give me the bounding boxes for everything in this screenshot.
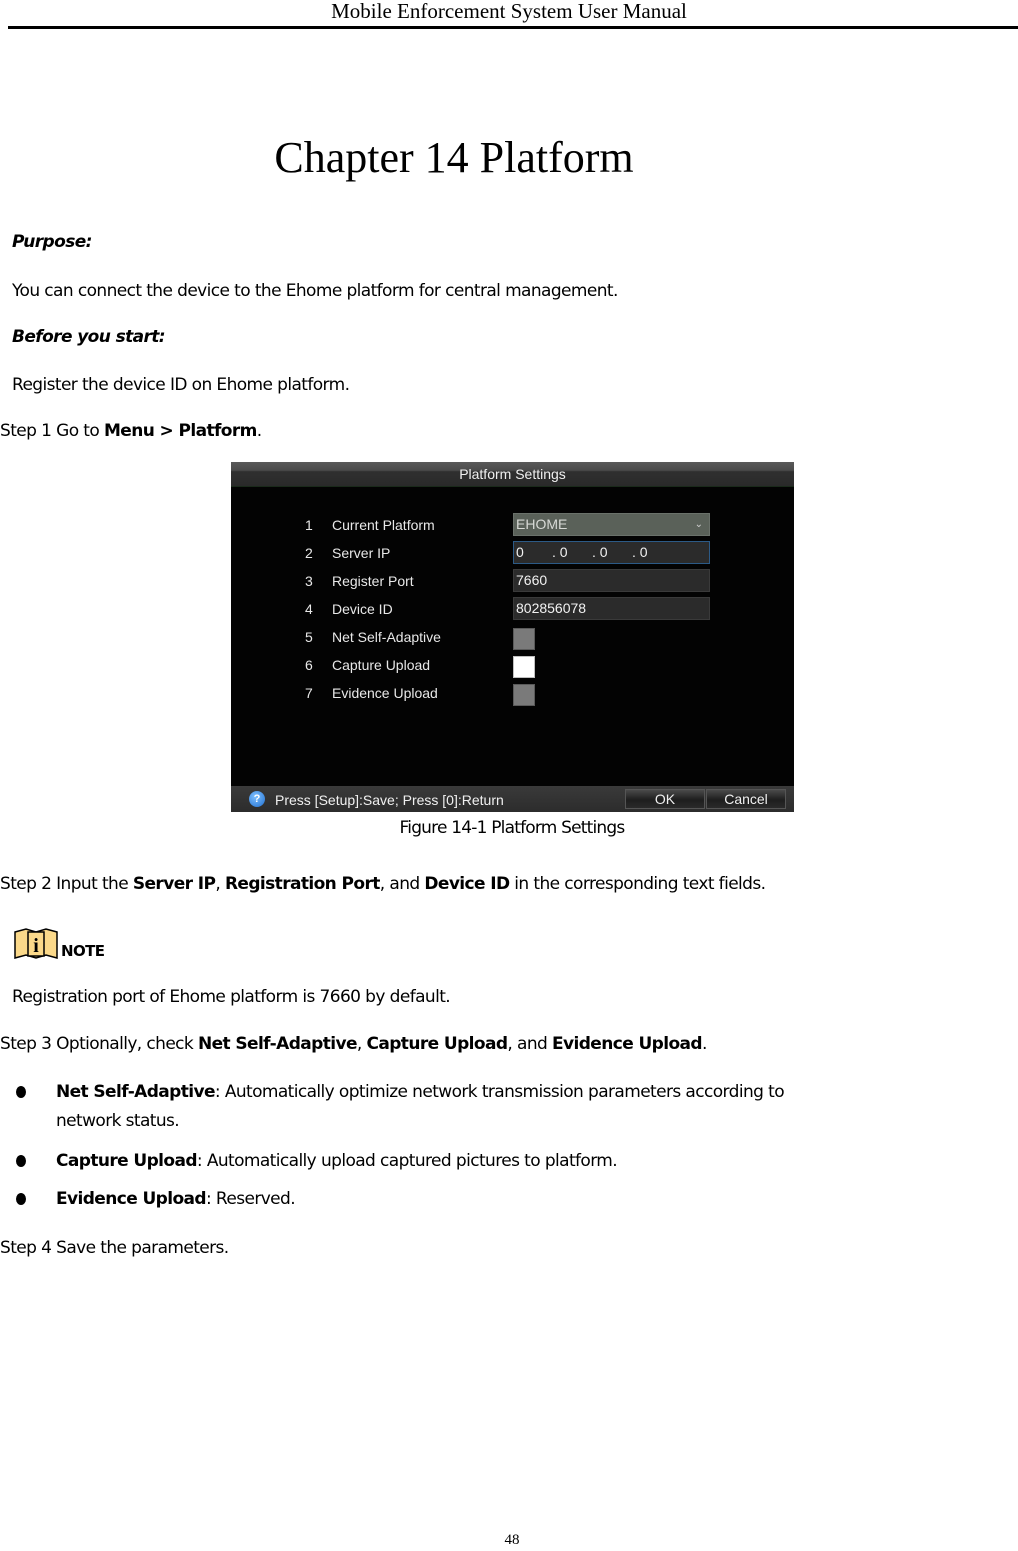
- row-device-id: 4 Device ID 802856078: [231, 597, 794, 621]
- net-self-adaptive-checkbox[interactable]: [513, 628, 535, 650]
- running-header: Mobile Enforcement System User Manual: [331, 0, 687, 23]
- row-number: 1: [305, 517, 313, 533]
- step-2-prefix: Step 2 Input the: [0, 874, 133, 894]
- row-number: 3: [305, 573, 313, 589]
- purpose-heading: Purpose:: [12, 232, 92, 252]
- row-capture-upload: 6 Capture Upload: [231, 656, 794, 680]
- ip-octet-4[interactable]: . 0: [632, 542, 672, 563]
- row-label: Current Platform: [332, 517, 435, 533]
- bullet-desc: : Automatically optimize network transmi…: [214, 1082, 785, 1102]
- step-3: Step 3 Optionally, check Net Self-Adapti…: [0, 1033, 707, 1055]
- bullet-desc: : Automatically upload captured pictures…: [196, 1151, 618, 1171]
- ip-octet-1[interactable]: 0: [516, 542, 552, 563]
- step-3-sep-2: , and: [507, 1034, 552, 1054]
- bullet-icon: [16, 1193, 26, 1205]
- ip-octet-3[interactable]: . 0: [592, 542, 632, 563]
- row-net-self-adaptive: 5 Net Self-Adaptive: [231, 628, 794, 652]
- row-number: 7: [305, 685, 313, 701]
- bullet-icon: [16, 1086, 26, 1098]
- info-book-icon: i: [14, 928, 58, 959]
- header-rule: [8, 26, 1018, 29]
- device-id-input[interactable]: 802856078: [513, 597, 710, 620]
- row-number: 6: [305, 657, 313, 673]
- footer-hint: Press [Setup]:Save; Press [0]:Return: [275, 792, 504, 808]
- chevron-down-icon: ⌄: [694, 519, 703, 530]
- svg-text:i: i: [33, 935, 39, 957]
- before-start-heading: Before you start:: [12, 327, 166, 347]
- current-platform-value: EHOME: [516, 516, 568, 532]
- register-port-input[interactable]: 7660: [513, 569, 710, 592]
- step-1-menu-path: Menu > Platform: [103, 421, 257, 441]
- row-label: Capture Upload: [332, 657, 431, 673]
- row-label: Device ID: [332, 601, 393, 617]
- step-2-suffix: in the corresponding text fields.: [509, 874, 766, 894]
- row-current-platform: 1 Current Platform EHOME ⌄: [231, 513, 794, 537]
- bullet-term: Net Self-Adaptive: [56, 1082, 215, 1102]
- row-server-ip: 2 Server IP 0. 0. 0. 0: [231, 541, 794, 565]
- ip-octet-2[interactable]: . 0: [552, 542, 592, 563]
- bullet-icon: [16, 1155, 26, 1167]
- step-1: Step 1 Go to Menu > Platform.: [0, 420, 262, 442]
- purpose-text: You can connect the device to the Ehome …: [12, 281, 618, 301]
- bullet-net-self-adaptive-cont: network status.: [56, 1111, 180, 1131]
- current-platform-select[interactable]: EHOME ⌄: [513, 513, 710, 536]
- evidence-upload-checkbox[interactable]: [513, 684, 535, 706]
- step-2-term-3: Device ID: [424, 874, 510, 894]
- step-3-prefix: Step 3 Optionally, check: [0, 1034, 198, 1054]
- server-ip-input[interactable]: 0. 0. 0. 0: [513, 541, 710, 564]
- row-label: Net Self-Adaptive: [332, 629, 441, 645]
- step-2-term-1: Server IP: [132, 874, 216, 894]
- row-number: 5: [305, 629, 313, 645]
- row-number: 4: [305, 601, 313, 617]
- step-3-term-3: Evidence Upload: [552, 1034, 703, 1054]
- window-footer: ? Press [Setup]:Save; Press [0]:Return O…: [231, 786, 794, 812]
- bullet-term: Capture Upload: [56, 1151, 198, 1171]
- question-icon: ?: [249, 791, 265, 807]
- window-title: Platform Settings: [231, 462, 794, 487]
- chapter-title: Chapter 14 Platform: [274, 133, 634, 182]
- step-4: Step 4 Save the parameters.: [0, 1238, 229, 1258]
- step-2: Step 2 Input the Server IP, Registration…: [0, 873, 766, 895]
- bullet-desc: : Reserved.: [205, 1189, 296, 1209]
- step-1-suffix: .: [256, 421, 262, 441]
- step-3-term-1: Net Self-Adaptive: [197, 1034, 357, 1054]
- row-evidence-upload: 7 Evidence Upload: [231, 684, 794, 708]
- bullet-term: Evidence Upload: [56, 1189, 207, 1209]
- row-number: 2: [305, 545, 313, 561]
- step-2-sep-2: , and: [379, 874, 425, 894]
- bullet-net-self-adaptive: Net Self-Adaptive: Automatically optimiz…: [56, 1081, 785, 1103]
- note-label: NOTE: [61, 942, 105, 960]
- step-2-term-2: Registration Port: [224, 874, 380, 894]
- row-label: Register Port: [332, 573, 414, 589]
- cancel-button[interactable]: Cancel: [706, 789, 786, 809]
- step-2-sep-1: ,: [215, 874, 225, 894]
- step-1-prefix: Step 1 Go to: [0, 421, 104, 441]
- step-3-suffix: .: [701, 1034, 707, 1054]
- note-text: Registration port of Ehome platform is 7…: [12, 987, 451, 1007]
- bullet-evidence-upload: Evidence Upload: Reserved.: [56, 1188, 296, 1210]
- figure-caption: Figure 14-1 Platform Settings: [399, 818, 626, 838]
- platform-settings-screenshot: Platform Settings 1 Current Platform EHO…: [231, 462, 794, 812]
- row-label: Evidence Upload: [332, 685, 438, 701]
- page-number: 48: [504, 1532, 520, 1548]
- before-start-text: Register the device ID on Ehome platform…: [12, 375, 350, 395]
- row-register-port: 3 Register Port 7660: [231, 569, 794, 593]
- capture-upload-checkbox[interactable]: [513, 656, 535, 678]
- bullet-capture-upload: Capture Upload: Automatically upload cap…: [56, 1150, 618, 1172]
- step-3-term-2: Capture Upload: [366, 1034, 508, 1054]
- row-label: Server IP: [332, 545, 391, 561]
- ok-button[interactable]: OK: [625, 789, 705, 809]
